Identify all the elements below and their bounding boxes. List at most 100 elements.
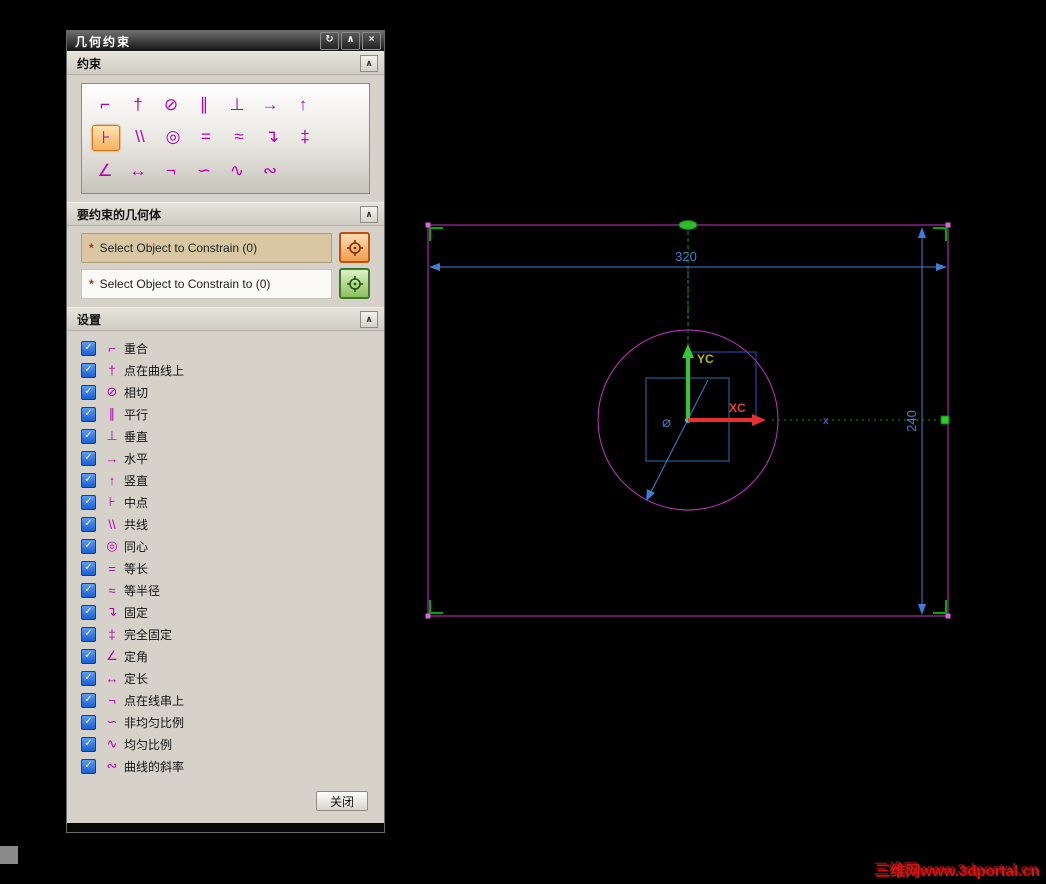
- collapse-dialog-icon[interactable]: ∧: [341, 32, 360, 50]
- settings-item-label: 均匀比例: [124, 737, 173, 752]
- settings-row-horizontal: ✓ → 水平: [81, 447, 374, 469]
- collinear-constraint-icon[interactable]: \\: [127, 125, 153, 149]
- equal-length-constraint-icon[interactable]: =: [193, 125, 219, 149]
- fixed-checkbox[interactable]: ✓: [81, 604, 96, 620]
- height-dimension[interactable]: 240: [904, 227, 926, 615]
- tangent-constraint-icon[interactable]: ⊘: [158, 93, 184, 117]
- section-geometry-label: 要约束的几何体: [77, 207, 162, 222]
- concentric-constraint-icon[interactable]: ◎: [160, 125, 186, 149]
- select-object-row[interactable]: * Select Object to Constrain (0): [81, 232, 370, 263]
- perpendicular-constraint-icon[interactable]: ⊥: [224, 93, 250, 117]
- dialog-bottom-edge[interactable]: [67, 823, 384, 832]
- parallel-constraint-icon[interactable]: ∥: [191, 93, 217, 117]
- collinear-checkbox[interactable]: ✓: [81, 516, 96, 532]
- corner-point[interactable]: [425, 222, 431, 228]
- coincident-checkbox[interactable]: ✓: [81, 340, 96, 356]
- fixed-constraint-icon[interactable]: ↴: [259, 125, 285, 149]
- settings-item-label: 共线: [124, 517, 149, 532]
- settings-row-angle: ✓ ∠ 定角: [81, 645, 374, 667]
- length-constraint-icon[interactable]: ↔: [125, 159, 151, 183]
- constraint-palette: ⌐ † ⊘ ∥ ⊥ → ↑ ⊦ \\ ◎ = ≈ ↴ ‡ ∠ ↔ ¬ ∽ ∿ ∾: [81, 83, 370, 194]
- diameter-dimension[interactable]: ⌀: [646, 379, 709, 501]
- settings-row-non-uniform-scale: ✓ ∽ 非均匀比例: [81, 711, 374, 733]
- length-icon: ↔: [105, 670, 119, 686]
- dialog-title: 几何约束: [75, 34, 132, 49]
- select-object-to-row[interactable]: * Select Object to Constrain to (0): [81, 268, 370, 299]
- select-object-label: Select Object to Constrain (0): [99, 240, 258, 255]
- section-constraints[interactable]: 约束 ∧: [67, 51, 384, 75]
- chevron-up-icon[interactable]: ∧: [360, 205, 378, 223]
- select-object-button[interactable]: [339, 232, 370, 263]
- curve-slope-constraint-icon[interactable]: ∾: [257, 159, 283, 183]
- equal-radius-checkbox[interactable]: ✓: [81, 582, 96, 598]
- vertical-checkbox[interactable]: ✓: [81, 472, 96, 488]
- y-axis-arrow[interactable]: YC: [682, 344, 714, 420]
- midpoint-constraint-icon[interactable]: ⊦: [92, 125, 120, 151]
- fully-fixed-constraint-icon[interactable]: ‡: [292, 125, 318, 149]
- vertical-icon: ↑: [108, 472, 116, 488]
- perpendicular-icon: ⊥: [106, 428, 118, 443]
- settings-row-fixed: ✓ ↴ 固定: [81, 601, 374, 623]
- close-icon[interactable]: ×: [362, 32, 381, 50]
- equal-length-checkbox[interactable]: ✓: [81, 560, 96, 576]
- height-dimension-value[interactable]: 240: [904, 410, 919, 432]
- point-on-curve-checkbox[interactable]: ✓: [81, 362, 96, 378]
- angle-constraint-icon[interactable]: ∠: [92, 159, 118, 183]
- settings-row-concentric: ✓ ◎ 同心: [81, 535, 374, 557]
- select-object-to-button[interactable]: [339, 268, 370, 299]
- coincident-constraint-icon[interactable]: ⌐: [92, 93, 118, 117]
- chevron-up-icon[interactable]: ∧: [360, 54, 378, 72]
- non-uniform-scale-checkbox[interactable]: ✓: [81, 714, 96, 730]
- midpoint-marker: x: [823, 415, 829, 427]
- corner-point[interactable]: [945, 222, 951, 228]
- point-on-string-constraint-icon[interactable]: ¬: [158, 159, 184, 183]
- chevron-up-icon[interactable]: ∧: [360, 310, 378, 328]
- select-object-to-prompt[interactable]: * Select Object to Constrain to (0): [81, 268, 332, 299]
- settings-row-point-on-string: ✓ ¬ 点在线串上: [81, 689, 374, 711]
- perpendicular-checkbox[interactable]: ✓: [81, 428, 96, 444]
- settings-item-label: 平行: [124, 407, 149, 422]
- settings-row-parallel: ✓ ∥ 平行: [81, 403, 374, 425]
- point-on-curve-constraint-icon[interactable]: †: [125, 93, 151, 117]
- vertical-constraint-icon[interactable]: ↑: [290, 93, 316, 117]
- settings-row-curve-slope: ✓ ∾ 曲线的斜率: [81, 755, 374, 777]
- reset-icon[interactable]: ↻: [320, 32, 339, 50]
- tangent-checkbox[interactable]: ✓: [81, 384, 96, 400]
- select-object-prompt[interactable]: * Select Object to Constrain (0): [81, 232, 332, 263]
- concentric-checkbox[interactable]: ✓: [81, 538, 96, 554]
- close-button[interactable]: 关闭: [316, 791, 368, 811]
- non-uniform-scale-constraint-icon[interactable]: ∽: [191, 159, 217, 183]
- settings-row-equal-length: ✓ = 等长: [81, 557, 374, 579]
- top-midpoint-handle[interactable]: [678, 220, 698, 230]
- midpoint-checkbox[interactable]: ✓: [81, 494, 96, 510]
- dialog-titlebar[interactable]: 几何约束 ↻ ∧ ×: [67, 31, 384, 51]
- target-icon: [346, 239, 363, 256]
- tangent-icon: ⊘: [106, 384, 118, 399]
- uniform-scale-constraint-icon[interactable]: ∿: [224, 159, 250, 183]
- uniform-scale-icon: ∿: [106, 736, 118, 751]
- right-edge-point[interactable]: [940, 415, 950, 425]
- width-dimension-value[interactable]: 320: [675, 249, 697, 264]
- angle-checkbox[interactable]: ✓: [81, 648, 96, 664]
- fully-fixed-checkbox[interactable]: ✓: [81, 626, 96, 642]
- uniform-scale-checkbox[interactable]: ✓: [81, 736, 96, 752]
- x-axis-arrow[interactable]: XC: [688, 401, 766, 426]
- section-geometry[interactable]: 要约束的几何体 ∧: [67, 202, 384, 226]
- parallel-checkbox[interactable]: ✓: [81, 406, 96, 422]
- settings-item-label: 定长: [124, 671, 149, 686]
- settings-item-label: 完全固定: [124, 627, 173, 642]
- corner-point[interactable]: [425, 613, 431, 619]
- corner-point[interactable]: [945, 613, 951, 619]
- length-checkbox[interactable]: ✓: [81, 670, 96, 686]
- horizontal-constraint-icon[interactable]: →: [257, 93, 283, 117]
- settings-row-equal-radius: ✓ ≈ 等半径: [81, 579, 374, 601]
- dialog-footer: 关闭: [67, 779, 384, 821]
- collinear-icon: \\: [108, 516, 116, 532]
- equal-radius-constraint-icon[interactable]: ≈: [226, 125, 252, 149]
- point-on-string-checkbox[interactable]: ✓: [81, 692, 96, 708]
- horizontal-checkbox[interactable]: ✓: [81, 450, 96, 466]
- section-settings[interactable]: 设置 ∧: [67, 307, 384, 331]
- settings-item-label: 水平: [124, 451, 149, 466]
- settings-item-label: 等长: [124, 561, 149, 576]
- curve-slope-checkbox[interactable]: ✓: [81, 758, 96, 774]
